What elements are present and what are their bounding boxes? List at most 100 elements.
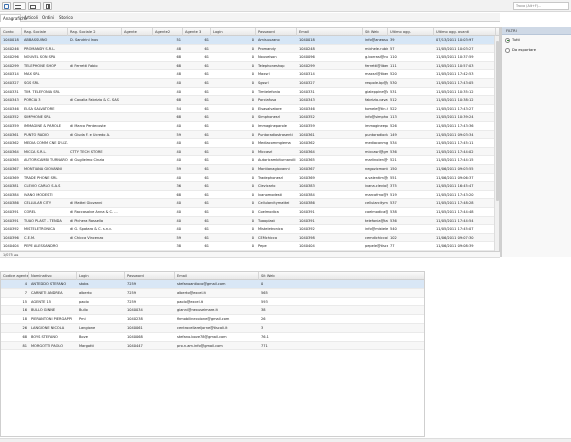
tab-ordini[interactable]: Ordini	[40, 14, 55, 22]
agents-table-row[interactable]: 7 CARNETI ANDREA alberto 7259 alberto@excel.…	[1, 288, 424, 298]
table-row[interactable]: 1040381 CLEVIO CARLO S.A.S 36 61 0 Clevicarlo…	[1, 182, 499, 191]
grid-column-header[interactable]: Agente2	[153, 28, 183, 36]
agents-column-header[interactable]: Nominativo	[29, 272, 77, 280]
table-row[interactable]: 1040364 MICCA S.R.L. CTTY TECH STORE 40 61 0 M…	[1, 147, 499, 157]
table-cell	[122, 70, 153, 79]
table-row[interactable]: 1040296 NOUVEL SON SPA 68 61 0 Nouvelson 10400…	[1, 53, 499, 62]
radio-icon[interactable]	[505, 47, 510, 53]
table-row[interactable]: 1040365 AUTORICAMBI TURNAROLLI di Guglielm…	[1, 156, 499, 165]
agents-table-cell: PIERANTONI PIERGAPPI	[31, 317, 73, 322]
table-cell: 40	[176, 201, 181, 206]
table-cell	[68, 113, 122, 122]
search-input[interactable]: Trova (Alt+F)...	[513, 2, 569, 10]
table-row[interactable]: 1040331 TIM. TELEFONIA SRL 40 61 0 Timtelefon…	[1, 88, 499, 97]
table-cell: 48	[176, 46, 181, 51]
table-row[interactable]: 1040359 IMMAGINE & PAROLE di Marco Penteco…	[1, 122, 499, 131]
table-row[interactable]: 1040391 COREL di Raccasalve Anna & C. ... 4…	[1, 208, 499, 217]
export-button[interactable]	[43, 2, 52, 10]
table-row[interactable]: 1040246 PROMANDY S.R.L. 48 61 0 Promandy 10402…	[1, 44, 499, 54]
table-cell	[68, 191, 122, 200]
table-cell: 1040386	[299, 201, 315, 206]
agents-column-header[interactable]: Codice agente	[1, 272, 29, 280]
view-button[interactable]	[28, 2, 41, 10]
table-row[interactable]: 1040384 IVANO MODESTI 68 61 0 Ivanomodesti 104…	[1, 191, 499, 200]
table-cell: miccasrl@gmail.com	[365, 149, 388, 154]
table-row[interactable]: 1040299 TELEPHONE SHOP di Ferretti Fabio 68…	[1, 61, 499, 71]
grid-column-header[interactable]: Sit Web	[363, 28, 388, 36]
grid-column-header[interactable]: Conto	[1, 28, 22, 36]
table-row[interactable]: 1040327 SGS SRL 40 61 0 Sgssrl 1040327 respole.…	[1, 79, 499, 88]
grid-column-header[interactable]: Login	[211, 28, 256, 36]
bottom-status-bar	[0, 438, 571, 442]
agents-table-row[interactable]: 4 ANTEDDO STEFANO stobs 7259 stefanoantioco@…	[1, 280, 424, 289]
table-cell: 40	[176, 81, 181, 85]
table-cell: PEPE ALESSANDRO	[24, 244, 59, 249]
table-cell: Coelmodica	[258, 210, 279, 214]
table-cell	[122, 174, 153, 183]
table-row[interactable]: 1040369 TRADE PHONE SRL 40 61 0 Tradephonesrl…	[1, 174, 499, 183]
table-row[interactable]: 1040361 PUNTO RADIO di Giuda F. e Ucredo A…	[1, 130, 499, 140]
table-cell: 0	[251, 81, 254, 85]
table-row[interactable]: 1040404 PEPE ALESSANDRO 38 61 0 Pepe 1040404 pe…	[1, 242, 499, 251]
agents-column-header[interactable]: Sit Web	[259, 272, 424, 280]
home-button[interactable]	[2, 2, 11, 10]
agents-table-row[interactable]: 68 BOYS STEFANO Bove 1040068 stefano.bove78@…	[1, 333, 424, 342]
tab-storico[interactable]: Storico	[57, 14, 74, 22]
table-cell: 512	[390, 98, 397, 103]
table-cell: 0	[251, 149, 254, 154]
agents-table-cell: ANTEDDO STEFANO	[31, 282, 67, 286]
agents-table-row[interactable]: 18 PIERANTONI PIERGAPPI Pmi 1040238 fkmobili…	[1, 315, 424, 324]
grid-column-header[interactable]: Agente	[122, 28, 153, 36]
grid-column-header[interactable]: Ultimo agg. avanti	[434, 28, 496, 36]
filter-option-da-esportare[interactable]: Da esportare	[502, 45, 571, 55]
agents-table-row[interactable]: 16 BULLO GINNE Bullo 1040034 gianni@nexuseim…	[1, 306, 424, 316]
table-row[interactable]: 1040362 MEDIA COMM CNE D'LIZ... 40 61 0 Media…	[1, 139, 499, 148]
scrollbar-thumb[interactable]	[496, 41, 499, 201]
table-row[interactable]: 1040367 MONTIANA GIOVANNI 59 61 0 Montianagio…	[1, 165, 499, 174]
filter-option-tutti[interactable]: Tutti	[502, 35, 571, 45]
agents-table-row[interactable]: 81 MORGOTTI PAOLO Margotti 1040447 pro.n.am.…	[1, 341, 424, 351]
grid-column-header[interactable]: Ultimo agg.	[388, 28, 434, 36]
table-cell	[68, 88, 122, 97]
table-cell: 1040018	[299, 38, 315, 42]
grid-column-header[interactable]: Email	[297, 28, 363, 36]
agents-table-cell: 7259	[127, 282, 137, 286]
agents-column-header[interactable]: Login	[77, 272, 125, 280]
agents-column-header[interactable]: Email	[175, 272, 259, 280]
agents-column-header[interactable]: Password	[125, 272, 175, 280]
grid-column-header[interactable]: Password	[256, 28, 297, 36]
table-cell: 61	[204, 81, 209, 85]
grid-column-header[interactable]: Rag. Sociale 2	[68, 28, 122, 36]
menu-button[interactable]	[13, 2, 26, 10]
table-row[interactable]: 1040314 MAX SRL 48 61 0 Maxsrl 1040314 maxsrl@l…	[1, 70, 499, 79]
agents-table-cell: 38	[261, 308, 266, 313]
tab-anagrafiche[interactable]: Anagrafiche	[0, 14, 27, 22]
table-row[interactable]: 1040352 SIMPHONE SRL 68 61 0 Simphonesrl 10403…	[1, 113, 499, 122]
agents-table-cell: pro.n.am.info@gmail.com	[177, 343, 223, 348]
table-row[interactable]: 1040391 TUAO PLAST - TENDA di Pichera Ross…	[1, 216, 499, 226]
record-navigator[interactable]: 1/075 ◂ ▸	[0, 252, 500, 258]
table-cell: michele.rubin@pronande...	[365, 46, 388, 51]
grid-column-header[interactable]: Agente 3	[183, 28, 211, 36]
agents-table-cell: AGENTE 15	[31, 299, 52, 304]
grid-column-header[interactable]: Rag. Sociale	[22, 28, 68, 36]
table-row[interactable]: 1040386 CELLULAR CITY di Mattei Giovanni 40…	[1, 199, 499, 208]
vertical-scrollbar[interactable]	[494, 36, 499, 251]
radio-icon[interactable]	[505, 37, 510, 43]
table-row[interactable]: 1040396 C.E.M. di Chicca Vincenzo 59 61 0 CEMc…	[1, 233, 499, 243]
agents-table-cell: Langione	[79, 326, 96, 330]
table-cell: coelmodica@coelmodica.it	[365, 210, 388, 214]
tab-articoli[interactable]: Articoli	[22, 14, 39, 22]
table-cell: 11/05/2011 17:44:02	[436, 149, 474, 154]
table-cell: 526	[390, 124, 397, 128]
table-cell: 530	[390, 81, 397, 85]
export-icon	[45, 4, 50, 9]
table-row[interactable]: 1040346 ELSA SALVATORE 54 61 0 Elsasalvatore 1…	[1, 105, 499, 114]
table-row[interactable]: 1040018 ABBASSUINO D. Sandrini Inov 51 61 0 Am…	[1, 36, 499, 45]
table-row[interactable]: 1040343 PORCIA 3 di Cavalia Fabrizio & C. …	[1, 96, 499, 105]
table-row[interactable]: 1040392 MISTELETRONICA di G. Spataro & C. …	[1, 225, 499, 234]
table-cell: 11/05/2011 17:44:54	[436, 218, 474, 223]
agents-table-row[interactable]: 26 LANGIONE NICOLA Langione 1040061 centroce…	[1, 324, 424, 333]
table-cell: Elsasalvatore	[258, 106, 282, 111]
agents-table-row[interactable]: 15 AGENTE 15 paolo 7259 paolo@excel.it 593	[1, 298, 424, 307]
